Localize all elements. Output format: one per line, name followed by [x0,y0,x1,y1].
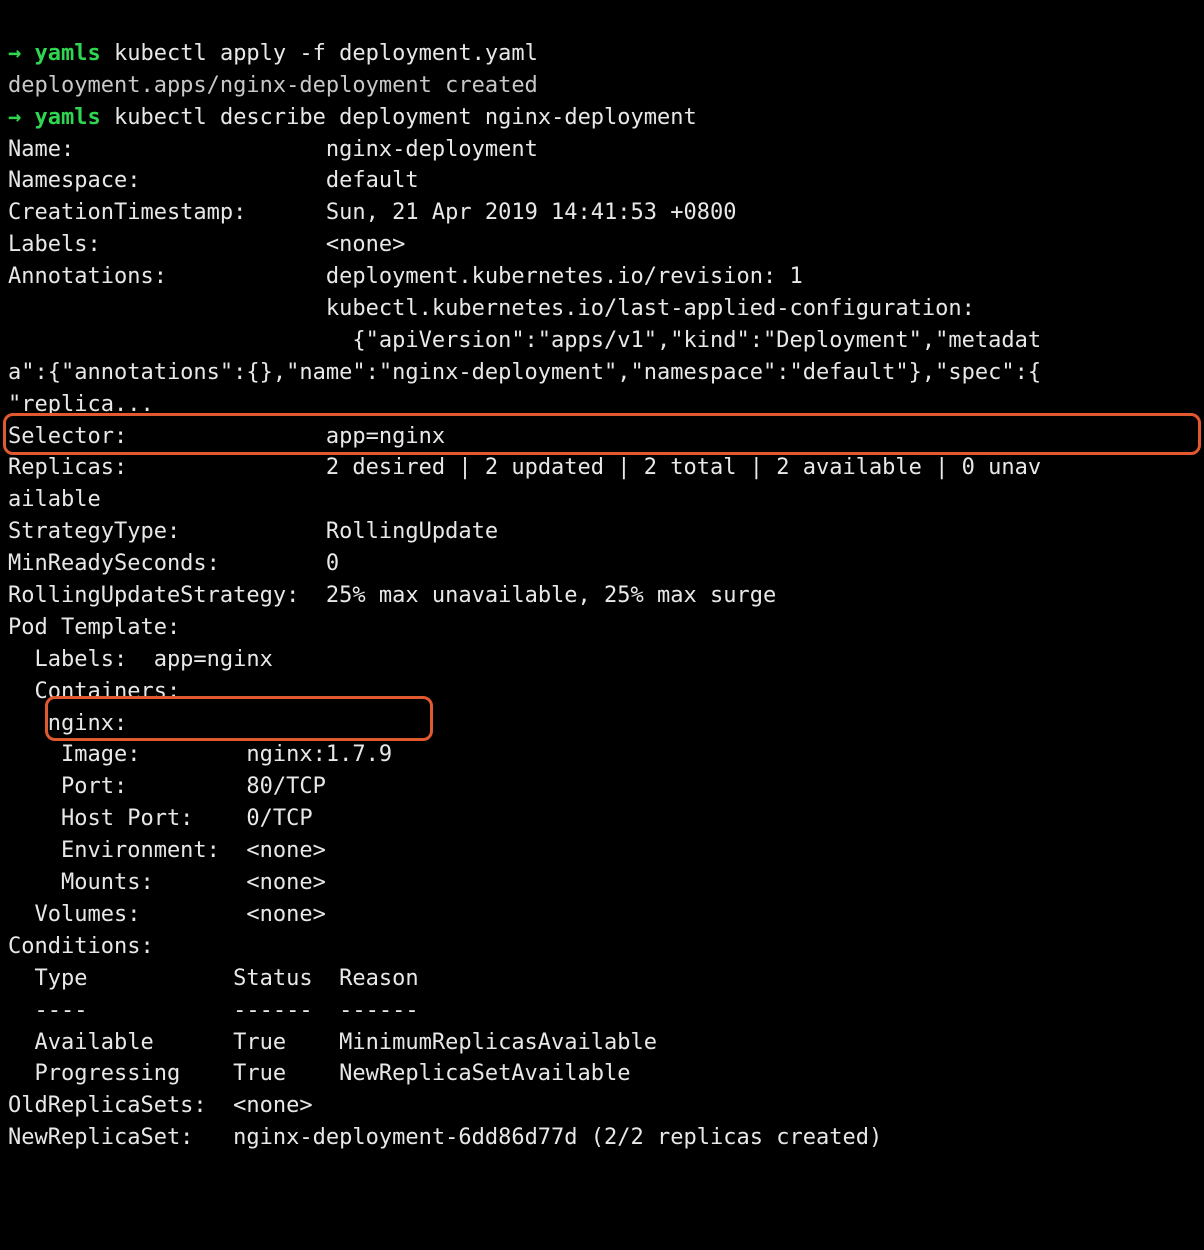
cwd-folder: yamls [35,41,101,66]
field-name: Name: [8,137,326,162]
value-rolling-update-strategy: 25% max unavailable, 25% max surge [326,583,776,608]
field-namespace: Namespace: [8,168,326,193]
field-replicas: Replicas: [8,455,326,480]
value-name: nginx-deployment [326,137,538,162]
field-labels: Labels: [8,232,326,257]
field-selector: Selector: [8,424,326,449]
value-volumes: <none> [246,902,325,927]
value-annotations-3: {"apiVersion":"apps/v1","kind":"Deployme… [8,328,1041,353]
field-min-ready-seconds: MinReadySeconds: [8,551,326,576]
field-host-port: Host Port: [8,806,246,831]
value-creation-timestamp: Sun, 21 Apr 2019 14:41:53 +0800 [326,200,737,225]
value-old-replica-sets: <none> [233,1093,312,1118]
cwd-folder: yamls [35,105,101,130]
value-min-ready-seconds: 0 [326,551,339,576]
command-1: kubectl apply -f deployment.yaml [114,41,538,66]
value-host-port: 0/TCP [246,806,312,831]
field-creation-timestamp: CreationTimestamp: [8,200,326,225]
field-strategy-type: StrategyType: [8,519,326,544]
value-strategy-type: RollingUpdate [326,519,498,544]
conditions-header: Type Status Reason [8,966,419,991]
value-image: nginx:1.7.9 [246,742,392,767]
output-line: deployment.apps/nginx-deployment created [8,73,538,98]
field-volumes: Volumes: [8,902,246,927]
value-port: 80/TCP [246,774,325,799]
value-mounts: <none> [246,870,325,895]
field-annotations: Annotations: [8,264,326,289]
conditions-separator: ---- ------ ------ [8,998,419,1023]
field-containers: Containers: [8,679,180,704]
value-replicas-cont: ailable [8,487,101,512]
value-namespace: default [326,168,419,193]
field-mounts: Mounts: [8,870,246,895]
value-replicas: 2 desired | 2 updated | 2 total | 2 avai… [326,455,1041,480]
condition-progressing: Progressing True NewReplicaSetAvailable [8,1061,631,1086]
command-2: kubectl describe deployment nginx-deploy… [114,105,697,130]
value-selector: app=nginx [326,424,445,449]
value-annotations-1: deployment.kubernetes.io/revision: 1 [326,264,803,289]
value-new-replica-set: nginx-deployment-6dd86d77d (2/2 replicas… [233,1125,882,1150]
value-annotations-2: kubectl.kubernetes.io/last-applied-confi… [8,296,975,321]
condition-available: Available True MinimumReplicasAvailable [8,1030,657,1055]
prompt-arrow-icon: → [8,105,21,130]
value-annotations-4: a":{"annotations":{},"name":"nginx-deplo… [8,360,1041,385]
field-pod-template: Pod Template: [8,615,180,640]
field-pod-labels: Labels: app=nginx [8,647,273,672]
field-new-replica-set: NewReplicaSet: [8,1125,233,1150]
field-conditions: Conditions: [8,934,154,959]
field-image: Image: [8,742,246,767]
field-environment: Environment: [8,838,246,863]
prompt-arrow-icon: → [8,41,21,66]
value-labels: <none> [326,232,405,257]
field-rolling-update-strategy: RollingUpdateStrategy: [8,583,326,608]
field-container-nginx: nginx: [8,711,127,736]
field-port: Port: [8,774,246,799]
terminal-output: → yamls kubectl apply -f deployment.yaml… [0,0,1204,1224]
value-annotations-5: "replica... [8,392,154,417]
field-old-replica-sets: OldReplicaSets: [8,1093,233,1118]
value-environment: <none> [246,838,325,863]
